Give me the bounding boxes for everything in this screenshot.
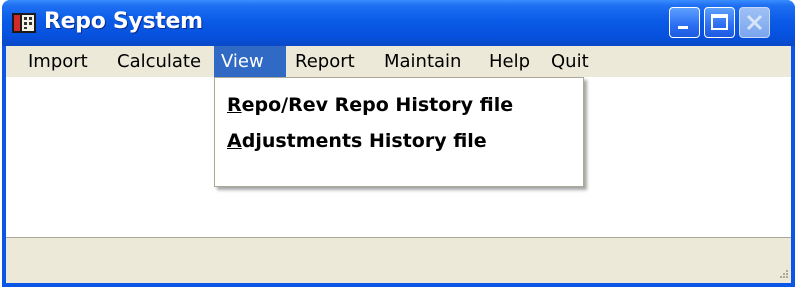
minimize-icon xyxy=(678,26,688,29)
menu-quit[interactable]: Quit xyxy=(544,46,596,77)
menu-item-repo-history-label: epo/Rev Repo History file xyxy=(241,94,514,116)
mnemonic-r: R xyxy=(227,94,242,116)
maximize-button[interactable] xyxy=(704,7,735,38)
menu-maintain[interactable]: Maintain xyxy=(377,46,468,77)
repo-app-icon xyxy=(12,13,36,33)
minimize-button[interactable] xyxy=(669,7,700,38)
menu-calculate[interactable]: Calculate xyxy=(110,46,208,77)
title-bar[interactable]: Repo System xyxy=(2,0,795,46)
close-button[interactable] xyxy=(739,7,770,38)
mnemonic-a: A xyxy=(227,130,242,152)
menu-view[interactable]: View xyxy=(214,46,286,77)
menu-report[interactable]: Report xyxy=(288,46,362,77)
menu-item-repo-history[interactable]: Repo/Rev Repo History file xyxy=(227,94,513,126)
resize-grip-icon[interactable] xyxy=(777,269,789,281)
status-bar xyxy=(6,238,791,283)
menu-item-adjustments-history-label: djustments History file xyxy=(241,130,487,152)
menu-item-adjustments-history[interactable]: Adjustments History file xyxy=(227,130,487,162)
menu-help[interactable]: Help xyxy=(482,46,537,77)
maximize-icon xyxy=(711,14,728,30)
menu-import[interactable]: Import xyxy=(21,46,95,77)
menu-bar: Import Calculate View Report Maintain He… xyxy=(6,46,791,77)
window-title: Repo System xyxy=(44,9,203,34)
view-dropdown-menu: Repo/Rev Repo History file Adjustments H… xyxy=(214,77,584,187)
close-icon xyxy=(746,14,763,31)
